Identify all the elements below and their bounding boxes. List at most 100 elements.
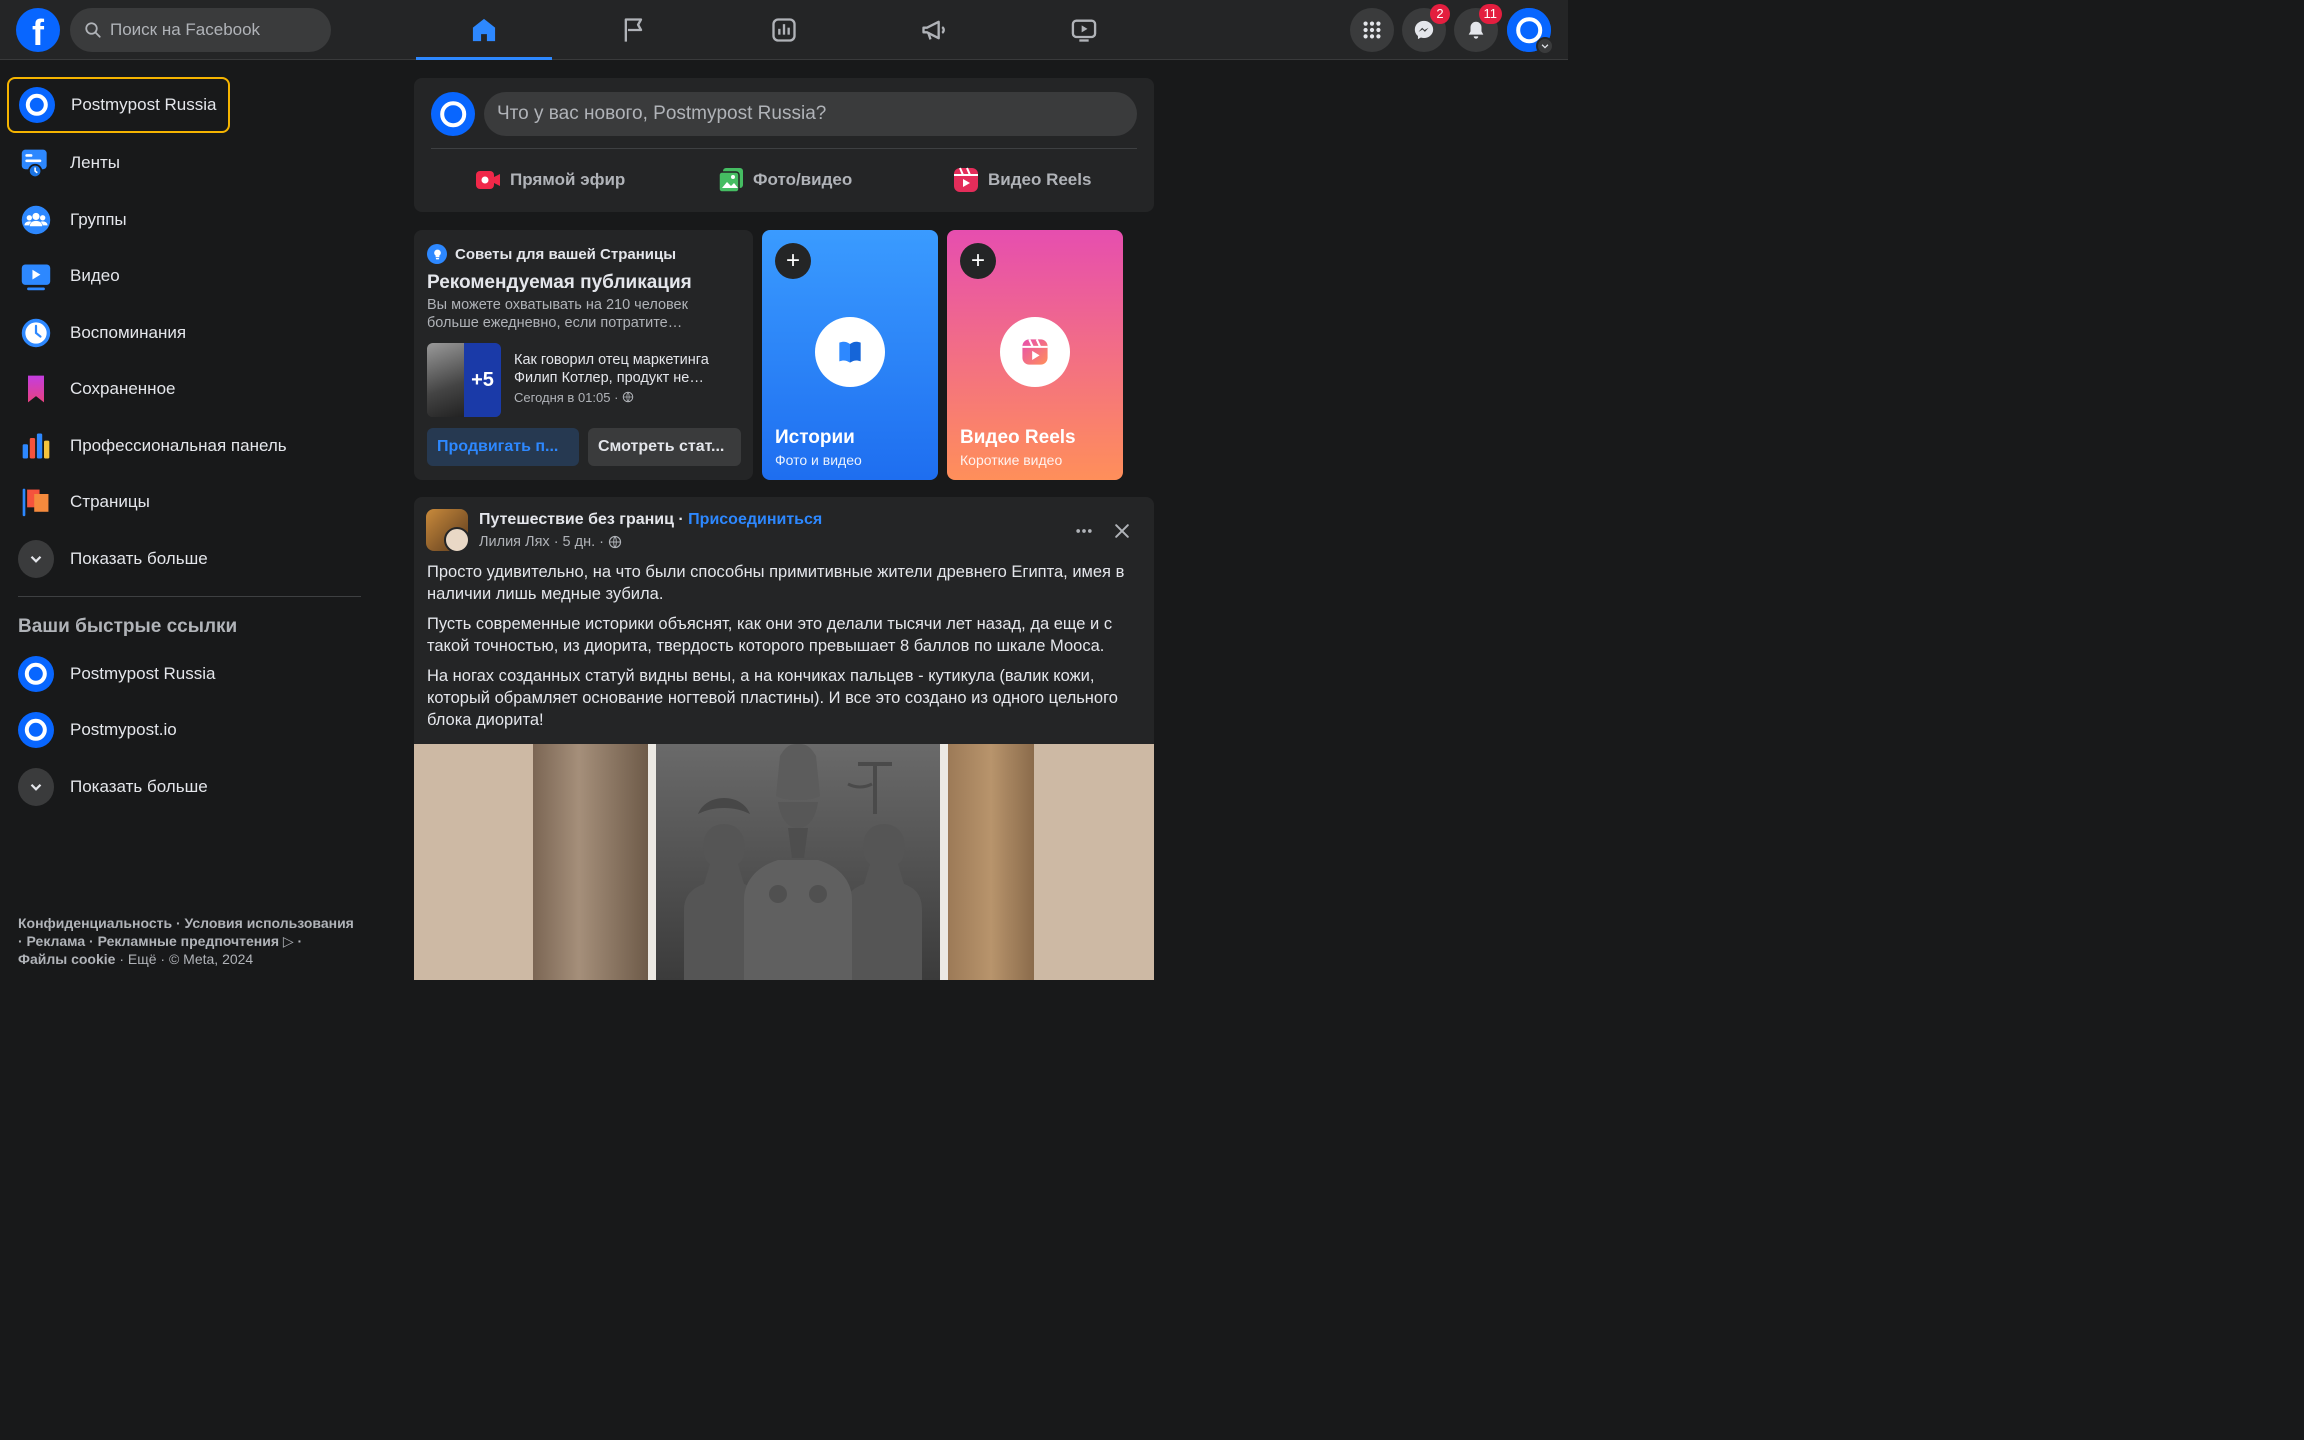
composer-divider [431, 148, 1137, 149]
sidebar-divider [18, 596, 361, 597]
flag-icon [624, 18, 643, 42]
page-avatar [18, 712, 54, 748]
facebook-logo[interactable]: f [16, 8, 60, 52]
search-box[interactable] [70, 8, 331, 52]
live-video-label: Прямой эфир [510, 170, 626, 189]
statue-group-image [656, 744, 940, 980]
sidebar-item-video[interactable]: Видео [8, 248, 362, 304]
reels-tile-title: Видео Reels [960, 427, 1076, 448]
reels-button[interactable]: Видео Reels [952, 162, 1091, 198]
reels-label: Видео Reels [988, 170, 1092, 189]
join-group-link[interactable]: Присоединиться [688, 511, 822, 528]
hide-post-button[interactable] [1104, 513, 1140, 549]
reels-tile-subtitle: Короткие видео [960, 452, 1063, 468]
tab-pages[interactable] [566, 0, 702, 60]
tab-ads[interactable] [866, 0, 1002, 60]
menu-button[interactable] [1350, 8, 1394, 52]
thumbnail-count: +5 [464, 343, 501, 417]
home-icon [472, 18, 496, 42]
footer-line-2[interactable]: · Реклама · Рекламные предпочтения ▷ · [18, 933, 302, 949]
tab-insights[interactable] [716, 0, 852, 60]
create-story-tile[interactable]: + Истории Фото и видео [762, 230, 938, 480]
author-meta-label[interactable]: Лилия Лях · 5 дн. · [479, 534, 604, 550]
stories-title: Истории [775, 427, 855, 448]
tab-video[interactable] [1016, 0, 1152, 60]
notifications-button[interactable]: 11 [1454, 4, 1502, 52]
plus-icon[interactable]: + [775, 243, 811, 279]
photo-icon [718, 168, 743, 193]
sidebar-item-postmypost-russia[interactable]: Postmypost Russia [7, 77, 230, 133]
post-meta: Лилия Лях · 5 дн. · [479, 534, 622, 550]
lightbulb-icon [427, 244, 447, 264]
author-avatar[interactable] [444, 527, 470, 553]
plus-icon[interactable]: + [960, 243, 996, 279]
insights-icon [772, 18, 796, 42]
promote-button[interactable]: Продвигать п... [427, 428, 579, 466]
sidebar-item-label: Сохраненное [70, 379, 176, 398]
live-video-icon [476, 171, 500, 189]
sidebar-item-professional-dashboard[interactable]: Профессиональная панель [8, 418, 362, 474]
live-video-button[interactable]: Прямой эфир [474, 162, 625, 198]
view-stats-button[interactable]: Смотреть стат... [588, 428, 741, 466]
page-tips-card: Советы для вашей Страницы Рекомендуемая … [414, 230, 753, 480]
tab-home[interactable] [416, 0, 552, 60]
cookies-link[interactable]: Файлы cookie [18, 951, 115, 967]
shortcut-label: Postmypost Russia [70, 664, 216, 683]
shortcuts-title: Ваши быстрые ссылки [18, 616, 238, 637]
pages-flag-icon [18, 484, 54, 520]
video-icon [1071, 19, 1097, 42]
messenger-icon [1414, 20, 1434, 40]
post-header: Путешествие без границ · Присоединиться [479, 511, 822, 529]
story-book-icon [815, 317, 885, 387]
sidebar-item-label: Группы [70, 210, 127, 229]
separator: · [673, 511, 689, 528]
bookmark-icon [18, 371, 54, 407]
sidebar-item-label: Страницы [70, 492, 150, 511]
sidebar-item-pages[interactable]: Страницы [8, 474, 362, 530]
stories-subtitle: Фото и видео [775, 452, 862, 468]
shortcuts-show-more[interactable]: Показать больше [8, 759, 362, 815]
sidebar-show-more[interactable]: Показать больше [8, 531, 362, 587]
shortcut-postmypost-io[interactable]: Postmypost.io [8, 702, 362, 758]
groups-icon [18, 202, 54, 238]
more-horizontal-icon [1076, 529, 1092, 533]
video-icon [18, 258, 54, 294]
post-time-label: Сегодня в 01:05 · [514, 390, 619, 405]
sidebar-item-feeds[interactable]: Ленты [8, 135, 362, 191]
post-paragraph: Просто удивительно, на что были способны… [427, 563, 1125, 603]
sidebar-item-saved[interactable]: Сохраненное [8, 361, 362, 417]
account-button[interactable] [1507, 8, 1554, 55]
composer-input[interactable]: Что у вас нового, Postmypost Russia? [484, 92, 1137, 136]
dashboard-chart-icon [18, 428, 54, 464]
shortcut-label: Показать больше [70, 777, 208, 796]
feeds-icon [18, 145, 54, 181]
more-options-button[interactable] [1066, 513, 1102, 549]
recommended-post-text[interactable]: Как говорил отец маркетинга Филип Котлер… [514, 351, 739, 387]
reels-icon [1000, 317, 1070, 387]
group-name-link[interactable]: Путешествие без границ [479, 511, 674, 528]
messenger-button[interactable]: 2 [1402, 4, 1450, 52]
megaphone-icon [922, 20, 945, 40]
top-navigation-bar: f 2 11 [0, 0, 1568, 60]
recommended-post-thumbnail[interactable]: +5 [427, 343, 501, 417]
sidebar-item-memories[interactable]: Воспоминания [8, 305, 362, 361]
create-reel-tile[interactable]: + Видео Reels Короткие видео [947, 230, 1123, 480]
sidebar-item-label: Видео [70, 266, 120, 285]
tips-title: Рекомендуемая публикация [427, 272, 692, 293]
shortcut-postmypost-russia[interactable]: Postmypost Russia [8, 646, 362, 702]
search-icon [85, 22, 101, 38]
left-sidebar: Postmypost Russia Ленты Группы Видео Вос… [0, 60, 380, 980]
page-avatar [19, 87, 55, 123]
page-avatar [18, 656, 54, 692]
sidebar-item-groups[interactable]: Группы [8, 192, 362, 248]
search-input[interactable] [110, 20, 320, 40]
composer-avatar [431, 92, 475, 136]
footer-line-3: · Ещё · © Meta, 2024 [115, 951, 254, 967]
notifications-badge: 11 [1478, 4, 1502, 24]
post-photo[interactable] [414, 744, 1154, 980]
photo-video-button[interactable]: Фото/видео [717, 162, 852, 198]
sidebar-item-label: Профессиональная панель [70, 436, 287, 455]
footer-line-1[interactable]: Конфиденциальность · Условия использован… [18, 915, 354, 931]
post-composer: Что у вас нового, Postmypost Russia? Пря… [414, 78, 1154, 212]
tips-description: Вы можете охватывать на 210 человек боль… [427, 297, 688, 331]
